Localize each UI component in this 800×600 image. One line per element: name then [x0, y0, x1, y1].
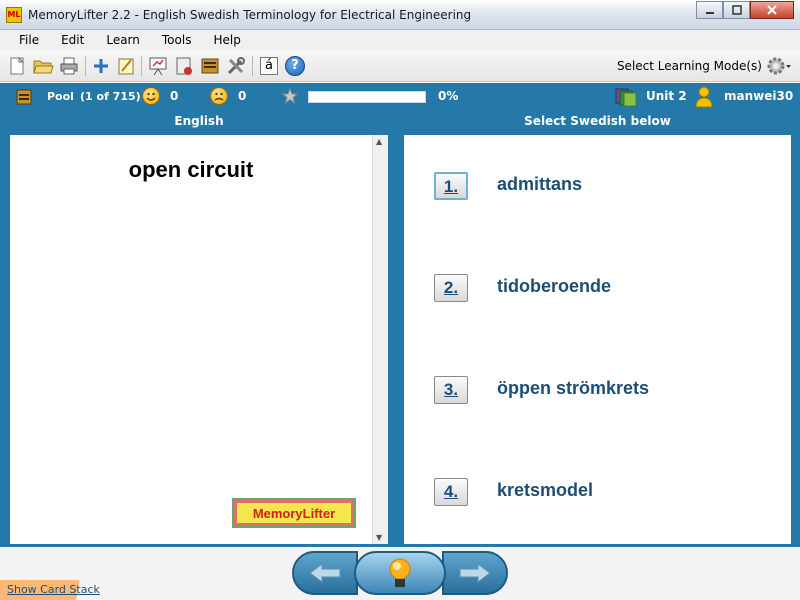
status-bar: Pool (1 of 715) 0 0 0% Unit 2 manwei30 — [0, 83, 800, 111]
answer-text-4[interactable]: kretsmodel — [497, 480, 593, 501]
close-button[interactable] — [750, 1, 794, 19]
menu-help[interactable]: Help — [202, 30, 251, 50]
answer-button-3[interactable]: 3. — [434, 376, 468, 404]
toolbar: á ? Select Learning Mode(s) — [0, 50, 800, 82]
new-icon[interactable] — [6, 55, 28, 77]
gear-icon — [767, 57, 791, 75]
scroll-up-icon[interactable]: ▲ — [376, 137, 382, 146]
toolbar-separator — [85, 56, 86, 76]
menu-bar: File Edit Learn Tools Help — [0, 30, 800, 50]
print-icon[interactable] — [58, 55, 80, 77]
characters-glyph: á — [260, 57, 278, 75]
question-text: open circuit — [128, 157, 254, 182]
previous-button[interactable] — [292, 551, 358, 595]
minimize-button[interactable] — [696, 1, 723, 19]
pool-icon — [16, 89, 32, 105]
window-controls — [696, 1, 794, 19]
user-icon — [695, 86, 713, 108]
learning-mode-label[interactable]: Select Learning Mode(s) — [617, 59, 762, 73]
toolbar-separator — [141, 56, 142, 76]
answer-option[interactable]: 3. öppen strömkrets — [434, 376, 774, 406]
memorylifter-logo: MemoryLifter — [232, 498, 356, 528]
app-icon: ML — [6, 7, 22, 23]
arrow-right-icon — [459, 563, 491, 583]
statistics-icon[interactable] — [173, 55, 195, 77]
help-glyph: ? — [285, 56, 305, 76]
scroll-down-icon[interactable]: ▼ — [376, 533, 382, 542]
question-pane: open circuit ▲ ▼ MemoryLifter — [10, 135, 388, 544]
answer-text-1[interactable]: admittans — [497, 174, 582, 195]
maximize-button[interactable] — [723, 1, 750, 19]
learning-mode-button[interactable] — [766, 56, 792, 76]
answer-button-1[interactable]: 1. — [434, 172, 468, 200]
user-label: manwei30 — [724, 89, 794, 103]
answer-option[interactable]: 1. admittans — [434, 172, 774, 202]
show-card-stack-tab[interactable]: Show Card Stack — [0, 580, 128, 600]
sad-icon — [210, 87, 228, 105]
menu-tools[interactable]: Tools — [151, 30, 203, 50]
next-button[interactable] — [442, 551, 508, 595]
answer-button-2[interactable]: 2. — [434, 274, 468, 302]
wrong-count: 0 — [238, 89, 247, 103]
bottom-bar: Show Card Stack — [0, 547, 800, 600]
smile-icon — [142, 87, 160, 105]
unit-label[interactable]: Unit 2 — [646, 89, 687, 103]
lightbulb-icon — [389, 558, 411, 587]
answer-header: Select Swedish below — [524, 114, 671, 128]
pool-count: (1 of 715) — [80, 90, 141, 103]
unit-icon[interactable] — [615, 87, 637, 107]
pool-label: Pool — [47, 90, 74, 103]
help-icon[interactable]: ? — [284, 55, 306, 77]
settings-tools-icon[interactable] — [225, 55, 247, 77]
characters-icon[interactable]: á — [258, 55, 280, 77]
answer-option[interactable]: 4. kretsmodel — [434, 478, 774, 508]
arrow-left-icon — [309, 563, 341, 583]
star-icon — [282, 88, 298, 104]
close-icon — [767, 5, 777, 15]
answer-pane: 1. admittans 2. tidoberoende 3. öppen st… — [404, 135, 791, 544]
minimize-icon — [705, 12, 714, 14]
window-title: MemoryLifter 2.2 - English Swedish Termi… — [28, 8, 472, 22]
question-header: English — [174, 114, 224, 128]
right-count: 0 — [170, 89, 179, 103]
show-answer-button[interactable] — [354, 551, 446, 595]
answer-text-2[interactable]: tidoberoende — [497, 276, 611, 297]
cards-icon[interactable] — [199, 55, 221, 77]
main-area: English Select Swedish below open circui… — [0, 111, 800, 547]
menu-learn[interactable]: Learn — [95, 30, 151, 50]
open-icon[interactable] — [32, 55, 54, 77]
menu-edit[interactable]: Edit — [50, 30, 95, 50]
progress-text: 0% — [438, 89, 459, 103]
presentation-icon[interactable] — [147, 55, 169, 77]
toolbar-separator — [252, 56, 253, 76]
progress-bar — [308, 91, 426, 103]
answer-button-4[interactable]: 4. — [434, 478, 468, 506]
title-bar: ML MemoryLifter 2.2 - English Swedish Te… — [0, 0, 800, 30]
edit-icon[interactable] — [115, 55, 137, 77]
maximize-icon — [731, 5, 742, 15]
question-scrollbar[interactable]: ▲ ▼ — [372, 135, 388, 544]
show-card-stack-link[interactable]: Show Card Stack — [7, 583, 100, 596]
answer-option[interactable]: 2. tidoberoende — [434, 274, 774, 304]
add-icon[interactable] — [90, 55, 112, 77]
answer-text-3[interactable]: öppen strömkrets — [497, 378, 649, 399]
logo-text: MemoryLifter — [237, 503, 351, 523]
menu-file[interactable]: File — [8, 30, 50, 50]
